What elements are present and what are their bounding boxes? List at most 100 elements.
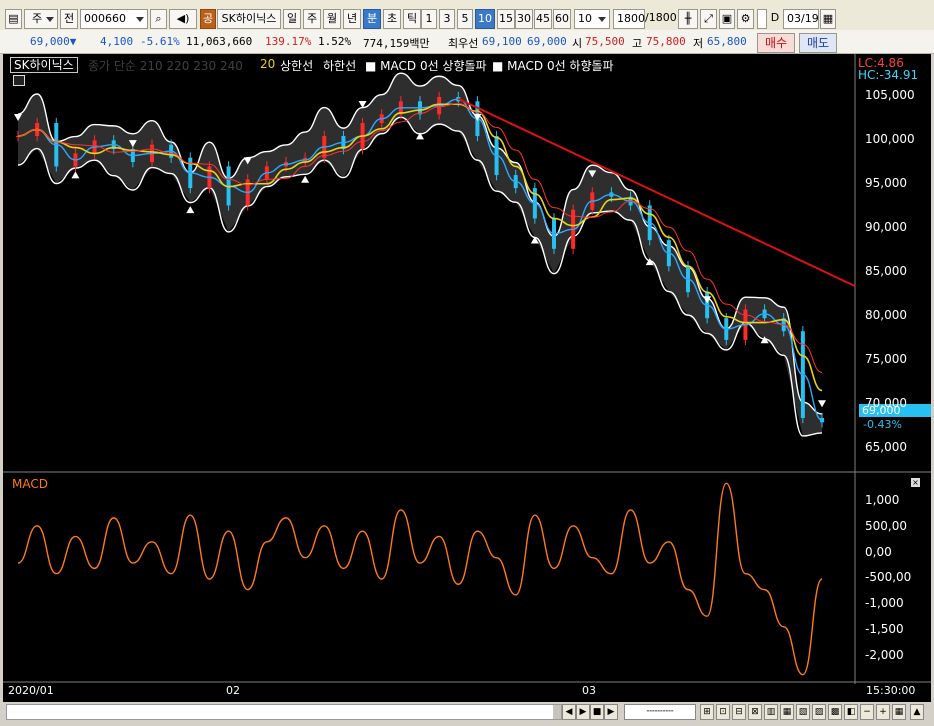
interval-3[interactable]: 3	[439, 9, 455, 29]
buy-signal-arrow	[186, 206, 195, 214]
chart-menu-icon[interactable]	[13, 75, 25, 86]
stock-badge: 공	[200, 9, 216, 29]
draw-icon[interactable]: ⤢	[700, 9, 717, 29]
chart-type-icon[interactable]: ▤	[5, 9, 22, 29]
macd-close-icon[interactable]: ×	[911, 478, 920, 487]
current-change-tag: -0.43%	[863, 418, 902, 431]
legend-macd-up-cross: ■ MACD 0선 상향돌파	[365, 59, 487, 73]
legend-upper-band: 상한선	[280, 59, 314, 73]
sell-signal-arrow	[818, 400, 826, 408]
tool-icon-10[interactable]: ◧	[844, 704, 858, 720]
search-icon[interactable]: ⌕	[150, 9, 167, 29]
tab-minute[interactable]: 분	[363, 9, 381, 29]
tab-second[interactable]: 초	[383, 9, 401, 29]
tool-icon-2[interactable]: ⊡	[716, 704, 730, 720]
price-tick: 65,000	[865, 440, 907, 454]
stock-name-field[interactable]: SK하이닉스	[217, 9, 281, 29]
time-readout: 15:30:00	[866, 684, 916, 697]
price-tick: 90,000	[865, 220, 907, 234]
tool-icon-5[interactable]: ▥	[764, 704, 778, 720]
tool-icon-1[interactable]: ⊞	[700, 704, 714, 720]
price-tick: 70,000	[865, 396, 907, 410]
interval-10[interactable]: 10	[475, 9, 495, 29]
interval-30[interactable]: 30	[515, 9, 533, 29]
open-price: 75,500	[585, 35, 625, 48]
buy-button[interactable]: 매수	[757, 33, 795, 53]
calendar-icon[interactable]: ▦	[820, 9, 836, 29]
price-tick: 95,000	[865, 176, 907, 190]
x-tick: 02	[226, 684, 240, 697]
interval-15[interactable]: 15	[497, 9, 515, 29]
interval-5[interactable]: 5	[457, 9, 473, 29]
tab-year[interactable]: 년	[343, 9, 361, 29]
sell-button[interactable]: 매도	[799, 33, 837, 53]
tab-week[interactable]: 주	[303, 9, 321, 29]
volume-ratio: 139.17%	[265, 35, 312, 48]
interval-1[interactable]: 1	[421, 9, 437, 29]
zoom-slider[interactable]: ╌╌╌╌╌	[624, 704, 696, 720]
low-price: 65,800	[707, 35, 747, 48]
stop-icon[interactable]: ■	[590, 704, 604, 720]
bottom-scrollbar: ◀ ▶ ■ ▶ ╌╌╌╌╌ ⊞ ⊡ ⊟ ⊠ ▥ ▦ ▧ ▨ ▩ ◧ − + ▦ …	[0, 702, 934, 726]
tool-icon-7[interactable]: ▧	[796, 704, 810, 720]
quote-row: 69,000▼ 4,100 -5.61% 11,063,660 139.17% …	[0, 30, 934, 54]
tool-icon-3[interactable]: ⊟	[732, 704, 746, 720]
hc-readout: HC:-34.91	[858, 68, 919, 82]
zoom-out-icon[interactable]: −	[860, 704, 874, 720]
legend-stock[interactable]: SK하이닉스	[10, 57, 78, 73]
stock-code-input[interactable]: 000660	[80, 9, 148, 29]
legend-ma20: 20	[260, 57, 276, 71]
d-checkbox[interactable]	[757, 9, 767, 29]
speaker-icon[interactable]: ◀)	[169, 9, 197, 29]
gear-icon[interactable]: ⚙	[737, 9, 754, 29]
save-icon[interactable]: ▣	[719, 9, 735, 29]
tool-icon-8[interactable]: ▨	[812, 704, 826, 720]
expand-icon[interactable]: ▲	[910, 704, 924, 720]
current-price: 69,000▼	[30, 35, 77, 48]
scroll-right-icon[interactable]: ▶	[576, 704, 590, 720]
period-main-select[interactable]: 주	[24, 9, 58, 29]
d-label: D	[770, 11, 780, 24]
interval-60[interactable]: 60	[553, 9, 571, 29]
x-tick: 03	[582, 684, 596, 697]
macd-tick: -1,000	[865, 596, 904, 610]
trade-amount: 774,159백만	[363, 37, 430, 50]
scroll-thumb[interactable]	[553, 705, 561, 719]
best-bid: 69,000	[527, 35, 567, 48]
scroll-track[interactable]	[6, 704, 562, 720]
bar-count-input[interactable]: 1800	[613, 9, 645, 29]
prev-button[interactable]: 전	[60, 9, 78, 29]
price-tick: 105,000	[865, 88, 915, 102]
x-tick: 2020/01	[8, 684, 54, 697]
grid-icon[interactable]: ▦	[892, 704, 906, 720]
tab-tick[interactable]: 틱	[403, 9, 421, 29]
high-price: 75,800	[646, 35, 686, 48]
low-label: 저	[693, 37, 704, 50]
macd-tick: -2,000	[865, 648, 904, 662]
scroll-left-icon[interactable]: ◀	[562, 704, 576, 720]
tab-day[interactable]: 일	[283, 9, 301, 29]
macd-tick: 1,000	[865, 493, 900, 507]
interval-select[interactable]: 10	[574, 9, 610, 29]
chart-panel[interactable]	[0, 54, 934, 702]
open-label: 시	[572, 37, 583, 50]
price-change: 4,100	[100, 35, 134, 48]
tool-icon-4[interactable]: ⊠	[748, 704, 762, 720]
legend-ma-list: 종가 단순 210 220 230 240	[88, 59, 243, 73]
candle-icon[interactable]: ╫	[678, 9, 698, 29]
date-input[interactable]: 03/19	[783, 9, 819, 29]
play-icon[interactable]: ▶	[604, 704, 618, 720]
turnover-rate: 1.52%	[318, 35, 352, 48]
buy-signal-arrow	[301, 175, 310, 183]
interval-45[interactable]: 45	[534, 9, 552, 29]
tab-month[interactable]: 월	[323, 9, 341, 29]
macd-tick: -500,00	[865, 570, 912, 584]
price-tick: 100,000	[865, 132, 915, 146]
price-tick: 75,000	[865, 352, 907, 366]
tool-icon-9[interactable]: ▩	[828, 704, 842, 720]
legend-macd-down-cross: ■ MACD 0선 하향돌파	[492, 59, 614, 73]
tool-icon-6[interactable]: ▦	[780, 704, 794, 720]
zoom-in-icon[interactable]: +	[876, 704, 890, 720]
high-label: 고	[632, 37, 643, 50]
price-macd-chart	[3, 54, 931, 684]
